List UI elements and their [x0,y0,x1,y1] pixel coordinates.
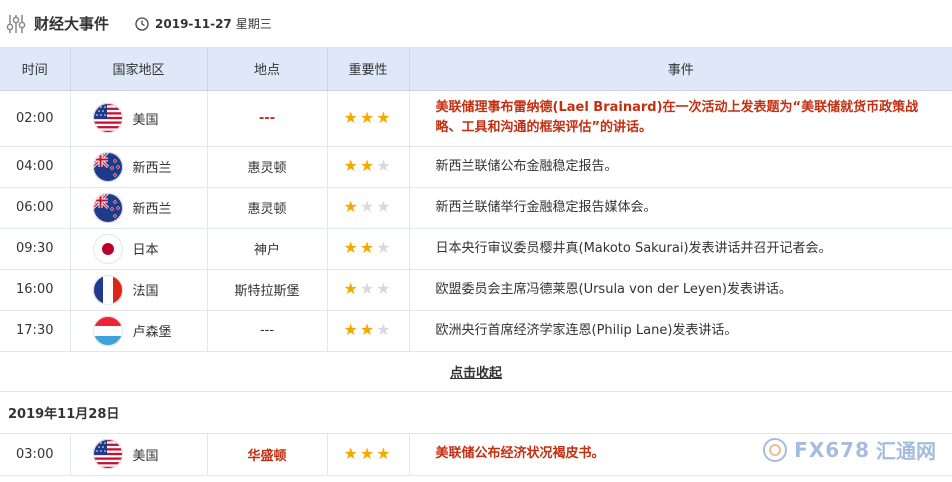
flag-us-icon [92,439,123,469]
country-name: 法国 [132,284,159,299]
watermark-brand: FX678 [794,437,870,462]
event-description: 美联储理事布雷纳德(Lael Brainard)在一次活动上发表题为“美联储就货… [409,90,952,147]
fx678-logo-icon [763,437,788,462]
column-header-country: 国家地区 [70,48,208,91]
star-filled-icon: ★ [343,443,358,463]
event-description: 新西兰联储公布金融稳定报告。 [409,146,952,188]
star-filled-icon: ★ [359,238,375,257]
event-time: 04:00 [0,146,71,188]
star-empty-icon: ★ [359,279,375,298]
importance-stars: ★ ★ ★ [327,90,410,147]
star-empty-icon: ★ [376,156,391,175]
event-country: 卢森堡 [70,310,208,352]
event-time: 16:00 [0,269,71,311]
header-date: 2019-11-27 [155,16,232,31]
star-filled-icon: ★ [343,107,358,127]
country-name: 卢森堡 [132,325,172,340]
column-header-importance: 重要性 [327,48,410,91]
star-filled-icon: ★ [343,238,358,257]
table-row: 17:30 卢森堡 --- ★ ★ ★ 欧洲央行首席经济学家连恩(Philip Lane)发… [0,310,952,352]
table-row: 06:00 新西兰 惠灵顿 ★ ★ ★ 新西兰联储举行金融稳定报告媒体会。 [0,187,952,229]
collapse-link[interactable]: 点击收起 [450,366,502,381]
watermark-brand-cn: 汇通网 [876,439,936,463]
star-filled-icon: ★ [343,279,358,298]
country-name: 日本 [132,243,159,258]
country-name: 新西兰 [132,161,172,176]
star-filled-icon: ★ [343,156,358,175]
event-time: 06:00 [0,187,71,229]
column-header-time: 时间 [0,48,71,91]
event-location: 神户 [207,228,328,270]
event-location: 惠灵顿 [207,187,328,229]
event-country: 新西兰 [70,146,208,188]
star-empty-icon: ★ [376,279,391,298]
event-description: 欧洲央行首席经济学家连恩(Philip Lane)发表讲话。 [409,310,952,352]
event-location: 华盛顿 [207,433,328,476]
page-title: 财经大事件 [34,15,110,33]
table-row: 04:00 新西兰 惠灵顿 ★ ★ ★ 新西兰联储公布金融稳定报告。 [0,146,952,188]
star-empty-icon: ★ [376,238,391,257]
event-location: --- [207,90,328,147]
event-country: 美国 [70,433,208,476]
star-filled-icon: ★ [376,443,391,463]
importance-stars: ★ ★ ★ [327,146,410,188]
star-empty-icon: ★ [376,320,391,339]
header-weekday: 星期三 [235,17,272,31]
importance-stars: ★ ★ ★ [327,433,410,476]
star-filled-icon: ★ [359,320,375,339]
flag-nz-icon [92,151,123,182]
flag-us-icon [92,103,123,133]
table-row: 02:00 美国 --- ★ ★ ★ 美联储理事布雷纳德(Lael Brainard)在一次… [0,90,952,147]
event-location: 斯特拉斯堡 [207,269,328,311]
event-description: 日本央行审议委员樱井真(Makoto Sakurai)发表讲话并召开记者会。 [409,228,952,270]
flag-fr-icon [92,274,123,305]
event-location: --- [207,310,328,352]
event-time: 09:30 [0,228,71,270]
events-table: 时间 国家地区 地点 重要性 事件 02:00 美国 --- ★ ★ ★ 美联储理事布雷纳德… [0,48,952,476]
star-empty-icon: ★ [376,197,391,216]
event-description: 欧盟委员会主席冯德莱恩(Ursula von der Leyen)发表讲话。 [409,269,952,311]
star-filled-icon: ★ [343,320,358,339]
event-country: 日本 [70,228,208,270]
column-header-location: 地点 [207,48,328,91]
clock-icon [135,16,149,31]
country-name: 新西兰 [132,202,172,217]
star-filled-icon: ★ [376,107,391,127]
table-header-row: 时间 国家地区 地点 重要性 事件 [0,48,952,91]
date-group-label: 2019年11月28日 [0,390,952,434]
settings-sliders-icon [6,14,26,33]
star-filled-icon: ★ [343,197,358,216]
star-filled-icon: ★ [359,156,375,175]
star-filled-icon: ★ [359,107,375,127]
column-header-event: 事件 [409,48,952,91]
star-empty-icon: ★ [359,197,375,216]
country-name: 美国 [132,112,159,128]
date-group-row: 2019年11月28日 [0,390,952,434]
event-time: 02:00 [0,90,71,147]
table-row: 16:00 法国 斯特拉斯堡 ★ ★ ★ 欧盟委员会主席冯德莱恩(Ursula von de… [0,269,952,311]
flag-lu-icon [92,315,123,346]
event-description: 新西兰联储举行金融稳定报告媒体会。 [409,187,952,229]
flag-jp-icon [92,233,123,264]
star-filled-icon: ★ [359,443,375,463]
event-country: 新西兰 [70,187,208,229]
event-country: 法国 [70,269,208,311]
event-time: 17:30 [0,310,71,352]
watermark: FX678 汇通网 [762,435,936,464]
event-location: 惠灵顿 [207,146,328,188]
country-name: 美国 [132,448,159,464]
event-time: 03:00 [0,433,71,476]
importance-stars: ★ ★ ★ [327,187,410,229]
page-header: 财经大事件 2019-11-27 星期三 [0,0,952,48]
collapse-row: 点击收起 [0,351,952,392]
flag-nz-icon [92,192,123,223]
table-row: 09:30 日本 神户 ★ ★ ★ 日本央行审议委员樱井真(Makoto Sakurai)发… [0,228,952,270]
importance-stars: ★ ★ ★ [327,310,410,352]
importance-stars: ★ ★ ★ [327,269,410,311]
event-country: 美国 [70,90,208,147]
importance-stars: ★ ★ ★ [327,228,410,270]
